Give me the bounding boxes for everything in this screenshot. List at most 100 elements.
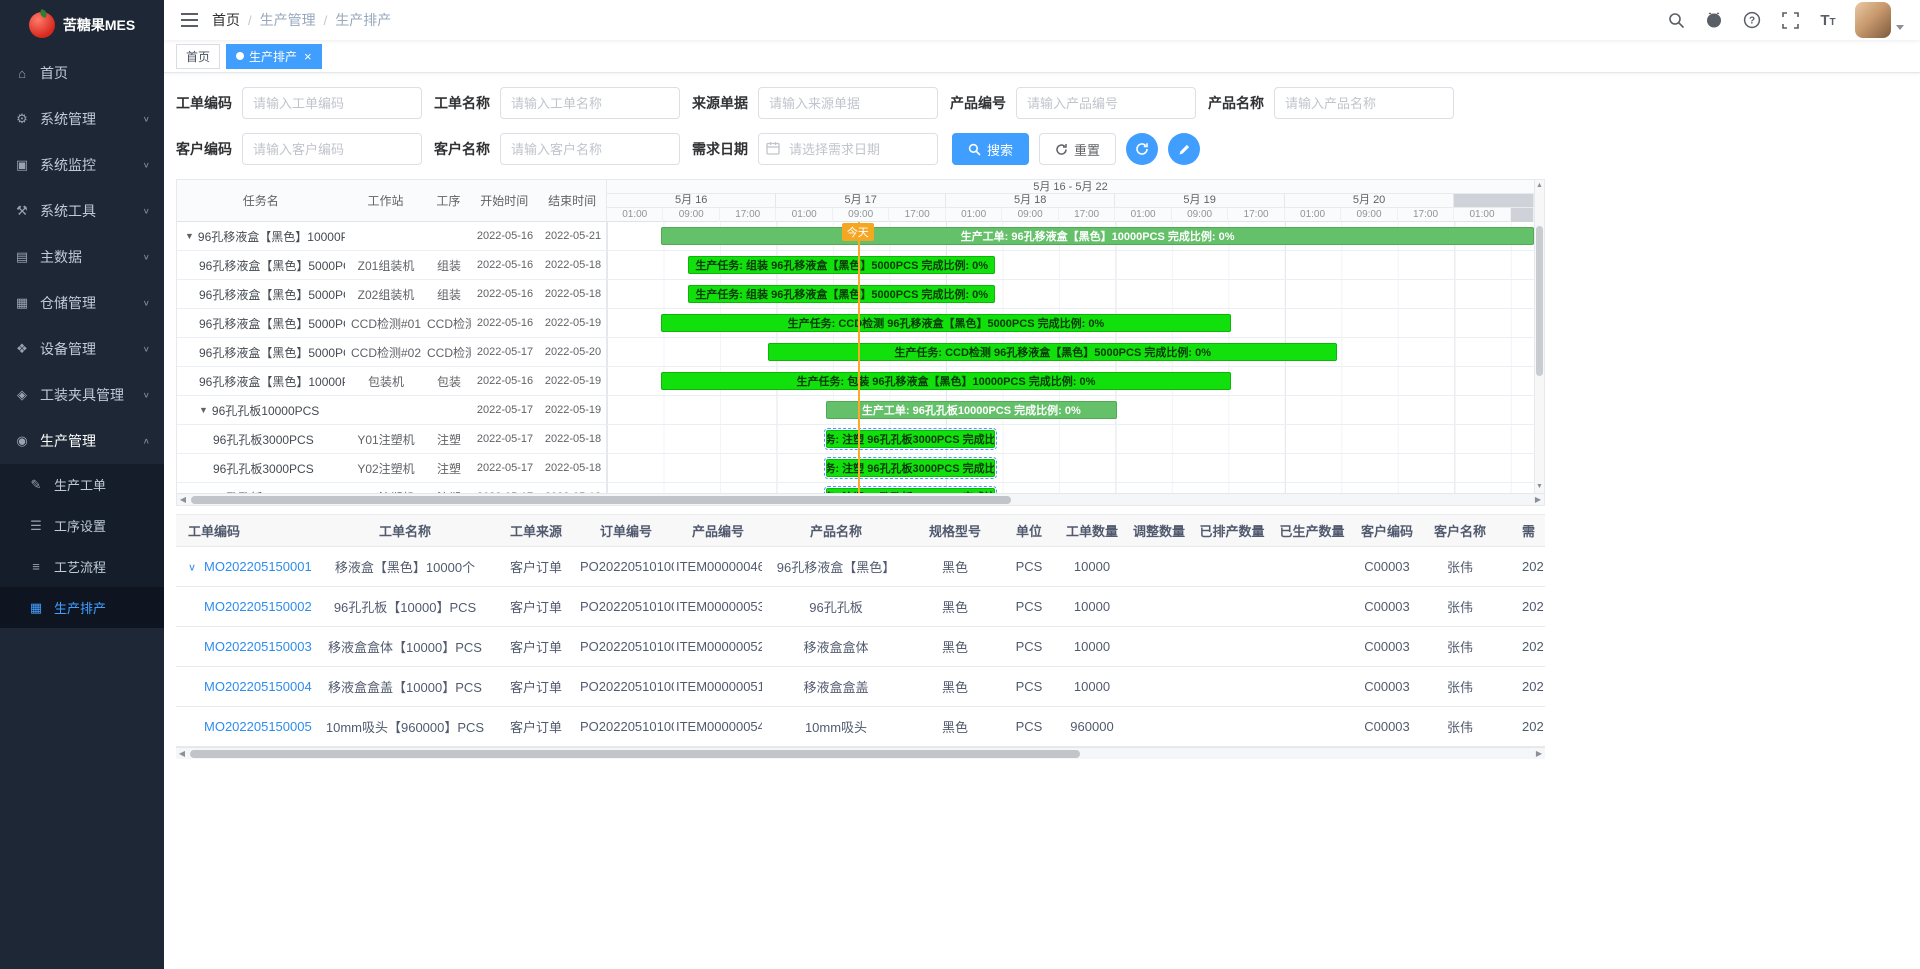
sidebar-item-production[interactable]: ◉ 生产管理 ∧: [0, 418, 164, 464]
gantt-bar-task[interactable]: 生产任务: CCD检测 96孔移液盒【黑色】5000PCS 完成比例: 0%: [661, 314, 1230, 332]
close-icon[interactable]: ×: [304, 50, 312, 63]
search-icon[interactable]: [1665, 9, 1687, 31]
gantt-bar-task[interactable]: 生产任务: 注塑 96孔孔板3000PCS 完成比例: 0%: [826, 430, 995, 448]
order-row[interactable]: MO202205150004 移液盒盒盖【10000】PCS客户订单PO2022…: [176, 667, 1545, 707]
sidebar-subitem-process-flow[interactable]: ≡ 工艺流程: [0, 546, 164, 587]
gantt-task-row[interactable]: ▼ 96孔移液盒【黑色】10000PCS 2022-05-16 2022-05-…: [177, 222, 606, 251]
product-name-input[interactable]: [1274, 87, 1454, 119]
gantt-bar-order[interactable]: 生产工单: 96孔移液盒【黑色】10000PCS 完成比例: 0%: [661, 227, 1534, 245]
app-logo[interactable]: 苦糖果MES: [0, 0, 164, 50]
gantt-bar-task[interactable]: 生产任务: CCD检测 96孔移液盒【黑色】5000PCS 完成比例: 0%: [768, 343, 1337, 361]
sidebar-item-system-monitor[interactable]: ▣ 系统监控 ∨: [0, 142, 164, 188]
work-order-link[interactable]: MO202205150002: [204, 599, 312, 614]
scrollbar-thumb[interactable]: [1536, 226, 1543, 376]
refresh-schedule-button[interactable]: [1126, 133, 1158, 165]
sidebar-subitem-work-order[interactable]: ✎ 生产工单: [0, 464, 164, 505]
filter-field-demand-date: 需求日期: [692, 133, 938, 165]
scroll-left-icon[interactable]: ◀: [177, 494, 189, 506]
work-order-link[interactable]: MO202205150005: [204, 719, 312, 734]
order-row[interactable]: ∨MO202205150001 移液盒【黑色】10000个客户订单PO20220…: [176, 547, 1545, 587]
customer-code-input[interactable]: [242, 133, 422, 165]
collapse-triangle-icon[interactable]: ▼: [199, 405, 208, 415]
work-order-link[interactable]: MO202205150001: [204, 559, 312, 574]
table-horizontal-scrollbar[interactable]: ◀ ▶: [176, 747, 1545, 759]
collapse-triangle-icon[interactable]: ▼: [185, 231, 194, 241]
source-document-input[interactable]: [758, 87, 938, 119]
filter-row-2: 客户编码 客户名称 需求日期 搜索: [176, 133, 1545, 165]
gantt-bar-order[interactable]: 生产工单: 96孔孔板10000PCS 完成比例: 0%: [826, 401, 1117, 419]
expand-chevron-icon[interactable]: ∨: [188, 562, 204, 574]
scroll-right-icon[interactable]: ▶: [1532, 494, 1544, 506]
scrollbar-thumb[interactable]: [190, 750, 1080, 758]
sidebar-item-fixture[interactable]: ◈ 工装夹具管理 ∨: [0, 372, 164, 418]
sidebar-subitem-scheduling[interactable]: ▦ 生产排产: [0, 587, 164, 628]
scrollbar-thumb[interactable]: [191, 496, 1011, 504]
sidebar-item-system-settings[interactable]: ⚙ 系统管理 ∨: [0, 96, 164, 142]
fullscreen-icon[interactable]: [1779, 9, 1801, 31]
scale-range-label: 5月 16 - 5月 22: [607, 180, 1534, 194]
gantt-task-table: 任务名工作站工序开始时间结束时间 ▼ 96孔移液盒【黑色】10000PCS 20…: [177, 180, 607, 493]
scheduling-icon: ▦: [28, 600, 44, 616]
breadcrumb-production-mgmt[interactable]: 生产管理: [260, 10, 316, 30]
gantt-chart-row: 生产任务: 注塑 96孔孔板3000PCS 完成比例: 0%: [607, 454, 1534, 483]
app-title: 苦糖果MES: [63, 15, 135, 35]
sidebar-item-master-data[interactable]: ▤ 主数据 ∨: [0, 234, 164, 280]
gantt-task-row[interactable]: 96孔移液盒【黑色】5000PCS Z01组装机 组装 2022-05-16 2…: [177, 251, 606, 280]
tab-1[interactable]: 生产排产 ×: [226, 44, 322, 69]
gantt-task-row[interactable]: 96孔移液盒【黑色】5000PCS CCD检测#01 CCD检测 2022-05…: [177, 309, 606, 338]
edit-schedule-button[interactable]: [1168, 133, 1200, 165]
user-avatar[interactable]: [1855, 2, 1891, 38]
sidebar-item-system-tools[interactable]: ⚒ 系统工具 ∨: [0, 188, 164, 234]
product-code-input[interactable]: [1016, 87, 1196, 119]
sidebar-item-home[interactable]: ⌂ 首页: [0, 50, 164, 96]
scale-day-cell: 5月 17: [776, 194, 945, 207]
gantt-chart-row: 生产工单: 96孔移液盒【黑色】10000PCS 完成比例: 0%: [607, 222, 1534, 251]
active-tab-dot: [236, 52, 244, 60]
logo-icon: [29, 12, 55, 38]
order-row[interactable]: MO202205150003 移液盒盒体【10000】PCS客户订单PO2022…: [176, 627, 1545, 667]
sidebar-toggle-icon[interactable]: [176, 7, 202, 33]
gantt-bar-task[interactable]: 生产任务: 注塑 96孔孔板3000PCS 完成比例: 0%: [826, 459, 995, 477]
github-icon[interactable]: [1703, 9, 1725, 31]
reset-button[interactable]: 重置: [1039, 133, 1116, 165]
work-order-code-input[interactable]: [242, 87, 422, 119]
filter-field-customer-code: 客户编码: [176, 133, 422, 165]
gantt-task-row[interactable]: 96孔孔板3000PCS Y02注塑机 注塑 2022-05-17 2022-0…: [177, 454, 606, 483]
user-menu[interactable]: [1855, 2, 1904, 38]
customer-name-input[interactable]: [500, 133, 680, 165]
gantt-task-row[interactable]: 96孔孔板3000PCS Y03注塑机 注塑 2022-05-17 2022-0…: [177, 483, 606, 493]
scroll-up-icon[interactable]: ▲: [1535, 180, 1544, 192]
calendar-icon: [766, 141, 780, 158]
order-row[interactable]: MO202205150002 96孔孔板【10000】PCS客户订单PO2022…: [176, 587, 1545, 627]
scale-hour-cell: 01:00: [1454, 208, 1510, 222]
scroll-down-icon[interactable]: ▼: [1535, 481, 1544, 493]
sidebar-subitem-process-settings[interactable]: ☰ 工序设置: [0, 505, 164, 546]
gantt-task-row[interactable]: ▼ 96孔孔板10000PCS 2022-05-17 2022-05-19: [177, 396, 606, 425]
gantt-task-row[interactable]: 96孔孔板3000PCS Y01注塑机 注塑 2022-05-17 2022-0…: [177, 425, 606, 454]
gantt-bar-task[interactable]: 生产任务: 包装 96孔移液盒【黑色】10000PCS 完成比例: 0%: [661, 372, 1230, 390]
work-order-link[interactable]: MO202205150004: [204, 679, 312, 694]
work-orders-table: 工单编码工单名称工单来源订单编号产品编号产品名称规格型号单位工单数量调整数量已排…: [176, 514, 1545, 759]
chevron-down-icon: ∨: [143, 161, 150, 170]
gantt-chart-row: 生产任务: 包装 96孔移液盒【黑色】10000PCS 完成比例: 0%: [607, 367, 1534, 396]
order-row[interactable]: MO202205150005 10mm吸头【960000】PCS客户订单PO20…: [176, 707, 1545, 747]
gantt-task-row[interactable]: 96孔移液盒【黑色】5000PCS CCD检测#02 CCD检测 2022-05…: [177, 338, 606, 367]
scroll-left-icon[interactable]: ◀: [176, 748, 188, 759]
breadcrumb-home[interactable]: 首页: [212, 10, 240, 30]
search-button[interactable]: 搜索: [952, 133, 1029, 165]
work-order-name-input[interactable]: [500, 87, 680, 119]
gantt-horizontal-scrollbar[interactable]: ◀ ▶: [177, 493, 1544, 505]
sidebar-item-warehouse[interactable]: ▦ 仓储管理 ∨: [0, 280, 164, 326]
gantt-bar-task[interactable]: 生产任务: 组装 96孔移液盒【黑色】5000PCS 完成比例: 0%: [688, 256, 995, 274]
sidebar-item-equipment[interactable]: ❖ 设备管理 ∨: [0, 326, 164, 372]
scroll-right-icon[interactable]: ▶: [1533, 748, 1545, 759]
demand-date-input[interactable]: [758, 133, 938, 165]
gantt-bar-task[interactable]: 生产任务: 组装 96孔移液盒【黑色】5000PCS 完成比例: 0%: [688, 285, 995, 303]
tab-0[interactable]: 首页: [176, 44, 220, 69]
font-size-icon[interactable]: TT: [1817, 9, 1839, 31]
gantt-task-row[interactable]: 96孔移液盒【黑色】10000PCS 包装机 包装 2022-05-16 202…: [177, 367, 606, 396]
work-order-link[interactable]: MO202205150003: [204, 639, 312, 654]
gantt-vertical-scrollbar[interactable]: ▲ ▼: [1534, 180, 1544, 493]
help-icon[interactable]: ?: [1741, 9, 1763, 31]
gantt-task-row[interactable]: 96孔移液盒【黑色】5000PCS Z02组装机 组装 2022-05-16 2…: [177, 280, 606, 309]
